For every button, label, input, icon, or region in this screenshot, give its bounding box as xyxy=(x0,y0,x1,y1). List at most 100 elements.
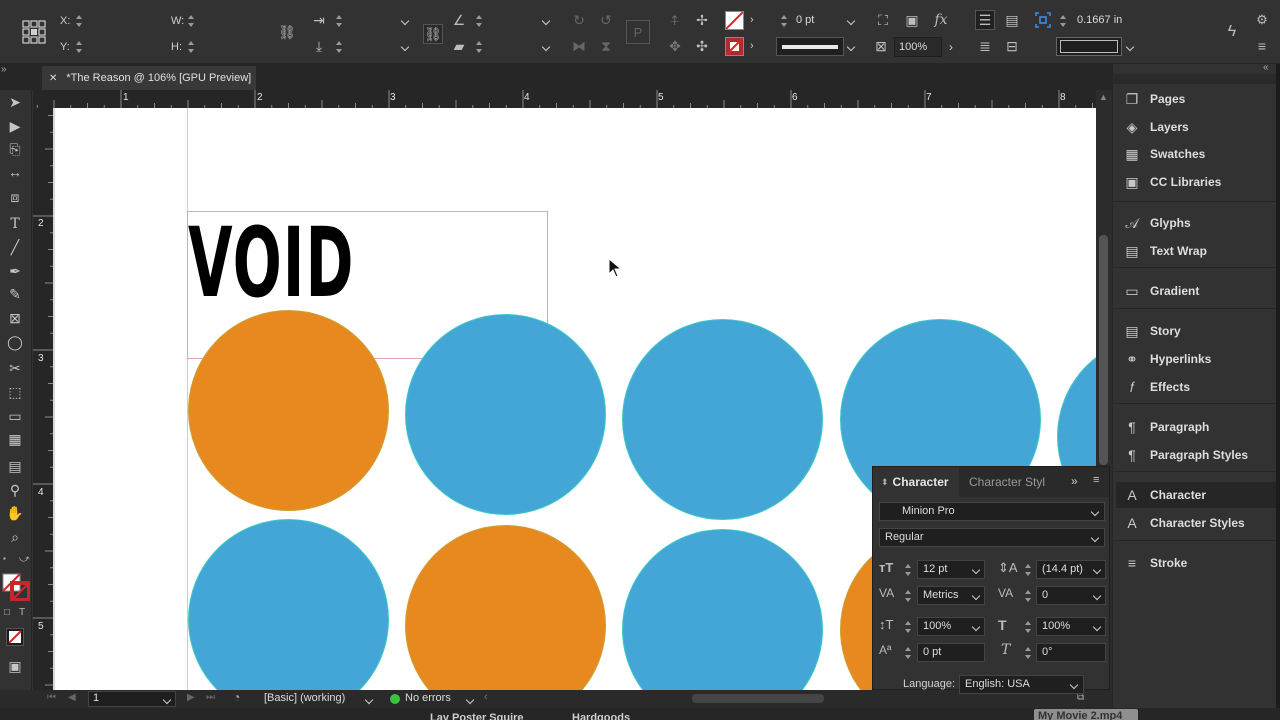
pen-tool-icon[interactable]: ✒ xyxy=(4,261,26,281)
panel-item-effects[interactable]: 𝑓 Effects xyxy=(1116,374,1280,400)
fill-arrow-icon[interactable]: › xyxy=(750,14,760,26)
scale-y-stepper[interactable] xyxy=(334,38,344,56)
gradient-swatch-tool-icon[interactable]: ▭ xyxy=(4,406,26,426)
dock-item-3[interactable]: My Movie 2.mp4 xyxy=(1034,709,1138,720)
direct-selection-tool-icon[interactable]: ▶ xyxy=(4,116,26,136)
content-collector-icon[interactable]: ⧈ xyxy=(4,187,26,207)
zoom-tool-icon[interactable]: ⌕ xyxy=(4,527,26,547)
leading-dropdown[interactable] xyxy=(1092,563,1104,575)
panel-item-paragraph-styles[interactable]: ¶ Paragraph Styles xyxy=(1116,442,1280,468)
panel-menu-icon[interactable]: ≡ xyxy=(1093,474,1099,486)
leading-field[interactable]: (14.4 pt) xyxy=(1036,560,1106,579)
skew-field[interactable]: 0° xyxy=(1036,643,1106,662)
scroll-up-icon[interactable]: ▲ xyxy=(1099,92,1108,102)
vertical-scroll-thumb[interactable] xyxy=(1099,235,1108,465)
tracking-dropdown[interactable] xyxy=(1092,589,1104,601)
rotate-ccw-icon[interactable]: ↺ xyxy=(596,10,616,30)
ellipse-tool-icon[interactable]: ◯ xyxy=(4,332,26,352)
panel-expand-icon[interactable]: » xyxy=(1071,474,1078,488)
scroll-left-icon[interactable]: ‹ xyxy=(484,691,488,703)
dock-collapse-icon[interactable]: « xyxy=(1263,62,1269,73)
select-content-icon[interactable]: ✥ xyxy=(665,36,685,56)
panel-item-swatches[interactable]: ▦ Swatches xyxy=(1116,141,1280,167)
x-stepper[interactable] xyxy=(74,12,84,30)
stroke-type-dropdown[interactable] xyxy=(846,40,858,52)
font-size-dropdown[interactable] xyxy=(971,563,983,575)
horizontal-scale-dropdown[interactable] xyxy=(1092,620,1104,632)
vertical-scale-dropdown[interactable] xyxy=(971,620,983,632)
select-next-icon[interactable]: ✢ xyxy=(692,10,712,30)
next-page-icon[interactable]: ▶ xyxy=(187,692,195,703)
baseline-shift-stepper[interactable] xyxy=(903,644,913,662)
preflight-status-text[interactable]: No errors xyxy=(405,692,451,704)
vertical-scale-stepper[interactable] xyxy=(903,618,913,636)
rotate-angle-icon[interactable]: ∠ xyxy=(449,10,469,30)
preflight-menu-dropdown[interactable] xyxy=(465,693,477,705)
y-stepper[interactable] xyxy=(74,38,84,56)
font-size-field[interactable]: 12 pt xyxy=(917,560,985,579)
link-scale-icon[interactable]: ⛓ xyxy=(423,24,443,44)
note-tool-icon[interactable]: ▤ xyxy=(4,456,26,476)
default-colors-icon[interactable]: ▪ xyxy=(3,554,6,563)
tracking-field[interactable]: 0 xyxy=(1036,586,1106,605)
drop-shadow-icon[interactable]: ▣ xyxy=(902,10,922,30)
panel-item-character[interactable]: A Character xyxy=(1116,482,1280,508)
column-spacing-icon[interactable] xyxy=(1034,11,1052,29)
fill-none-swatch[interactable] xyxy=(725,11,744,30)
align-center-icon[interactable]: ⊟ xyxy=(1002,36,1022,56)
shear-dropdown[interactable] xyxy=(541,40,553,52)
format-text-icon[interactable]: T xyxy=(19,607,25,618)
stroke-weight-field[interactable]: 0 pt xyxy=(792,11,844,31)
frame-swatch-dropdown[interactable] xyxy=(1125,40,1137,52)
scale-x-dropdown[interactable] xyxy=(400,14,412,26)
circle-orange-2[interactable] xyxy=(405,525,606,690)
panel-collapse-icon[interactable]: ⬍ xyxy=(881,477,889,488)
panel-item-text-wrap[interactable]: ▤ Text Wrap xyxy=(1116,238,1280,264)
tab-character[interactable]: ⬍ Character xyxy=(873,467,959,497)
select-group-icon[interactable]: ✣ xyxy=(692,36,712,56)
panel-item-pages[interactable]: ❐ Pages xyxy=(1116,86,1280,112)
prev-page-icon[interactable]: ◀ xyxy=(68,692,76,703)
align-left-icon[interactable]: ☰ xyxy=(975,10,995,30)
circle-blue-6[interactable] xyxy=(622,529,823,690)
panel-item-gradient[interactable]: ▭ Gradient xyxy=(1116,278,1280,304)
panel-item-story[interactable]: ▤ Story xyxy=(1116,318,1280,344)
baseline-shift-field[interactable]: 0 pt xyxy=(917,643,985,662)
first-page-icon[interactable]: ⏮ xyxy=(47,692,56,703)
page-number-dropdown[interactable] xyxy=(162,693,174,705)
opacity-arrow-icon[interactable]: › xyxy=(949,40,953,54)
scale-y-icon[interactable]: ⤓ xyxy=(309,36,329,56)
language-dropdown[interactable] xyxy=(1069,678,1081,690)
selection-tool-icon[interactable]: ➤ xyxy=(4,92,26,112)
apply-none-icon[interactable] xyxy=(6,628,24,646)
horizontal-scroll-thumb[interactable] xyxy=(692,694,824,703)
font-family-dropdown[interactable] xyxy=(1090,505,1102,517)
tab-character-styles[interactable]: Character Styl xyxy=(969,475,1045,489)
horizontal-scale-stepper[interactable] xyxy=(1023,618,1033,636)
last-page-icon[interactable]: ⏭ xyxy=(206,692,215,703)
preflight-profile-dropdown[interactable] xyxy=(364,693,376,705)
kerning-field[interactable]: Metrics xyxy=(917,586,985,605)
select-previous-icon[interactable]: ⍏ xyxy=(665,10,685,30)
gradient-feather-tool-icon[interactable]: ▦ xyxy=(4,429,26,449)
panel-item-character-styles[interactable]: A Character Styles xyxy=(1116,510,1280,536)
rotate-stepper[interactable] xyxy=(474,12,484,30)
eyedropper-tool-icon[interactable]: ⚲ xyxy=(4,480,26,500)
scissors-tool-icon[interactable]: ✂ xyxy=(4,358,26,378)
shear-stepper[interactable] xyxy=(474,38,484,56)
control-menu-icon[interactable]: ≡ xyxy=(1252,36,1272,56)
language-field[interactable]: English: USA xyxy=(959,675,1084,694)
panel-item-hyperlinks[interactable]: ⚭ Hyperlinks xyxy=(1116,346,1280,372)
kerning-dropdown[interactable] xyxy=(971,589,983,601)
auto-fit-icon[interactable]: ⛶ xyxy=(873,10,893,30)
flip-vertical-icon[interactable]: ⧗ xyxy=(596,36,616,56)
stroke-arrow-icon[interactable]: › xyxy=(750,40,760,52)
rotate-dropdown[interactable] xyxy=(541,14,553,26)
shear-angle-icon[interactable]: ▰ xyxy=(449,36,469,56)
panel-item-paragraph[interactable]: ¶ Paragraph xyxy=(1116,414,1280,440)
column-stepper[interactable] xyxy=(1058,12,1068,30)
w-stepper[interactable] xyxy=(186,12,196,30)
kerning-stepper[interactable] xyxy=(903,587,913,605)
lightning-icon[interactable]: ϟ xyxy=(1222,22,1242,42)
fill-stroke-proxy[interactable] xyxy=(2,573,30,601)
